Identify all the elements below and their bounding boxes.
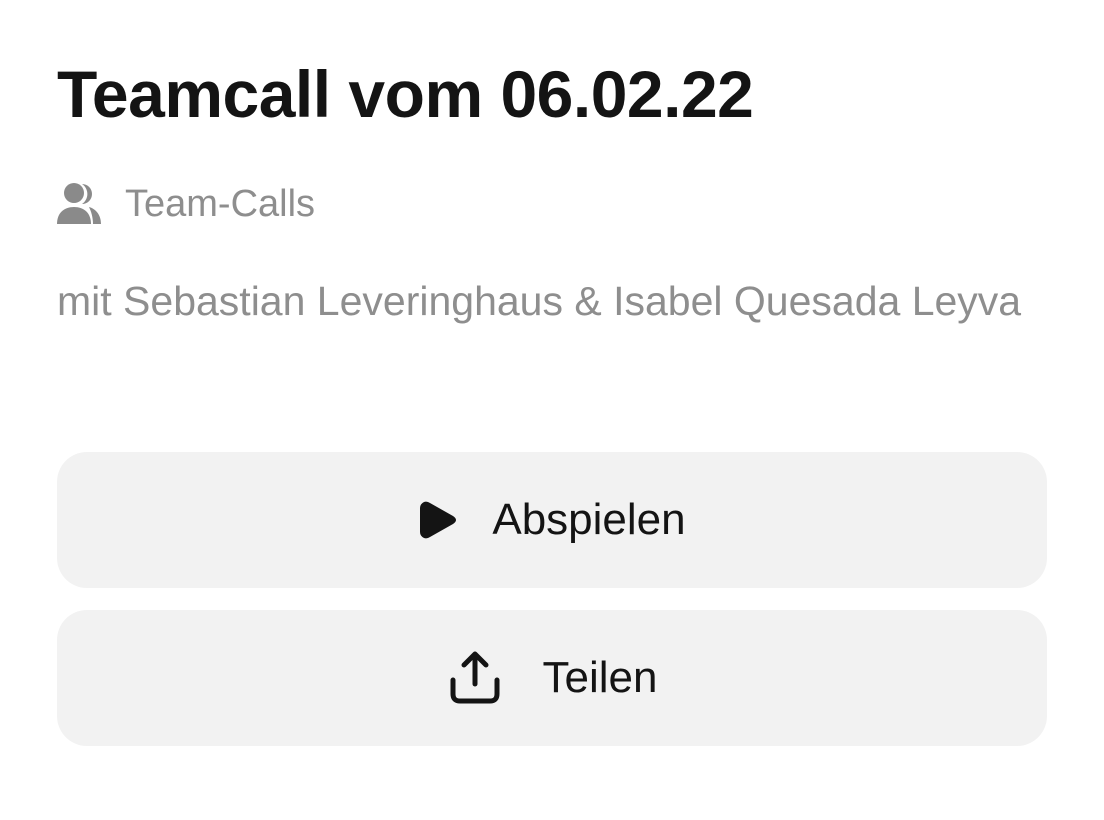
- share-button-label: Teilen: [542, 653, 658, 702]
- category-label: Team-Calls: [125, 183, 316, 225]
- recording-detail: Teamcall vom 06.02.22 Team-Calls mit Seb…: [0, 0, 1104, 820]
- play-button[interactable]: Abspielen: [57, 452, 1047, 588]
- share-button[interactable]: Teilen: [57, 610, 1047, 746]
- share-icon: [447, 650, 503, 706]
- category-row: Team-Calls: [56, 178, 315, 230]
- page-title: Teamcall vom 06.02.22: [57, 57, 754, 131]
- people-icon: [56, 180, 104, 228]
- participants-text: mit Sebastian Leveringhaus & Isabel Ques…: [57, 278, 1022, 324]
- play-button-label: Abspielen: [492, 495, 686, 544]
- play-icon: [418, 498, 458, 542]
